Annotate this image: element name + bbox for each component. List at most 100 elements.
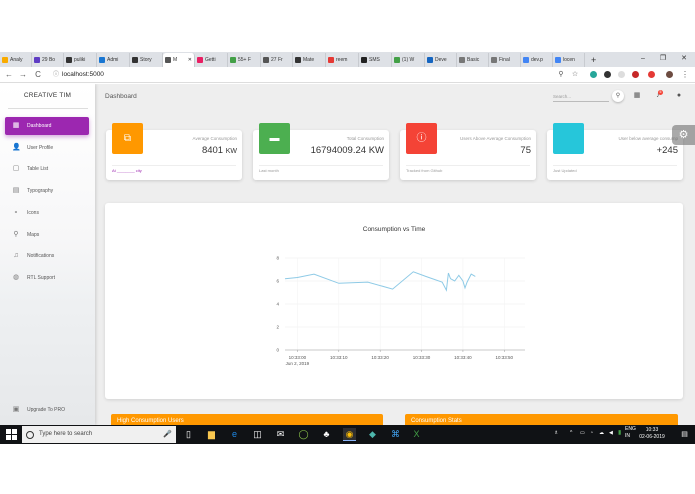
sidebar-item-maps[interactable]: ⚲ Maps (5, 226, 89, 244)
browser-tab[interactable]: 27 Fr (261, 53, 293, 67)
volume-icon[interactable]: ◀ (609, 430, 613, 436)
person-icon[interactable]: ● (674, 91, 684, 101)
chevron-up-icon[interactable]: ^ (570, 430, 572, 436)
task-view-icon[interactable]: ▯ (182, 428, 195, 441)
favicon-icon (459, 57, 465, 63)
card-footer: Tracked from Github (406, 168, 443, 173)
sidebar-item-table-list[interactable]: ▢ Table List (5, 160, 89, 178)
sidebar-item-dashboard[interactable]: ▦ Dashboard (5, 117, 89, 135)
battery-icon[interactable]: ▮ (618, 429, 621, 436)
tab-label: M (173, 57, 178, 63)
store-icon[interactable]: ◫ (251, 428, 264, 441)
sidebar-item-label: Dashboard (27, 123, 52, 129)
browser-tab[interactable]: 29 Bo (32, 53, 64, 67)
zoom-icon[interactable]: ⚲ (556, 69, 566, 81)
people-icon[interactable]: ♗ (554, 430, 558, 436)
notification-badge: 5 (658, 90, 663, 95)
tray-icon[interactable]: ▭ (580, 430, 585, 436)
card-footer[interactable]: At ________ city (112, 168, 142, 173)
browser-tab[interactable]: Story (130, 53, 163, 67)
browser-tab[interactable]: puliki (64, 53, 97, 67)
extension-icon[interactable] (632, 71, 639, 78)
cloud-icon[interactable]: ☁ (599, 430, 604, 436)
y-tick-label: 0 (276, 348, 279, 353)
dashboard-icon[interactable]: ▦ (632, 91, 642, 101)
extension-icon[interactable] (590, 71, 597, 78)
x-tick-label: 10:33:20 (371, 355, 389, 360)
clock[interactable]: 10:33 02-06-2019 (638, 427, 666, 441)
new-tab-button[interactable]: + (589, 53, 601, 67)
browser-tab[interactable]: dev.p (521, 53, 553, 67)
profile-avatar[interactable] (666, 71, 673, 78)
browser-tab[interactable]: Getti (195, 53, 228, 67)
app-icon[interactable]: ◯ (297, 428, 310, 441)
upgrade-button[interactable]: ▣ Upgrade To PRO (5, 401, 89, 419)
favicon-icon (66, 57, 72, 63)
back-icon[interactable]: ← (4, 69, 14, 81)
extension-icon[interactable] (618, 71, 625, 78)
edge-icon[interactable]: e (228, 428, 241, 441)
chrome-icon[interactable]: ◉ (343, 428, 356, 441)
search-input[interactable]: Search... (553, 92, 609, 102)
sidebar-item-label: RTL Support (27, 274, 56, 281)
windows-taskbar: Type here to search 🎤 ▯ ▆ e ◫ ✉ ◯ ♣ ◉ ◆ … (0, 425, 695, 444)
browser-tab[interactable]: (1) W (392, 53, 425, 67)
sidebar: CREATIVE TIM ▦ Dashboard 👤 User Profile ▢ Tab… (0, 84, 95, 425)
sidebar-item-rtl-support[interactable]: ◍ RTL Support (5, 269, 89, 287)
browser-tab[interactable]: Admi (97, 53, 130, 67)
network-icon[interactable]: ◔ (590, 430, 593, 436)
search-icon[interactable]: ⚲ (612, 90, 624, 102)
browser-tab[interactable]: M ✕ (163, 53, 195, 67)
favicon-icon (99, 57, 105, 63)
windows-start-icon[interactable] (6, 429, 17, 440)
microphone-icon[interactable]: 🎤 (163, 426, 172, 443)
close-window-button[interactable]: ✕ (676, 52, 692, 66)
consumption-chart: 0 2 4 6 8 10:33:00 10:33:10 10:33:20 10:33:30 10:… (276, 256, 525, 366)
browser-tab[interactable]: SMS (359, 53, 392, 67)
browser-tab[interactable]: reem (326, 53, 359, 67)
panel-header-left: High Consumption Users (111, 414, 383, 425)
address-bar[interactable]: ⓘ localhost:5000 (52, 69, 552, 81)
sidebar-item-user-profile[interactable]: 👤 User Profile (5, 139, 89, 157)
card-category: Total Consumption (346, 136, 384, 141)
forward-icon[interactable]: → (18, 69, 28, 81)
file-explorer-icon[interactable]: ▆ (205, 428, 218, 441)
extension-icon[interactable] (648, 71, 655, 78)
browser-tab[interactable]: Final (489, 53, 521, 67)
minimize-button[interactable]: – (635, 52, 651, 66)
browser-tab[interactable]: 55+ F (228, 53, 261, 67)
page-title[interactable]: Dashboard (105, 93, 137, 100)
sidebar-item-icons[interactable]: ∘ Icons (5, 204, 89, 222)
maximize-button[interactable]: ❐ (655, 52, 671, 66)
vscode-icon[interactable]: ⌘ (389, 428, 402, 441)
settings-gear-icon[interactable]: ⚙ (672, 125, 695, 145)
browser-tab[interactable]: Mate (293, 53, 326, 67)
favicon-icon (555, 57, 561, 63)
mail-icon[interactable]: ✉ (274, 428, 287, 441)
extension-icon[interactable] (604, 71, 611, 78)
tab-label: locen (563, 57, 575, 63)
browser-tab[interactable]: Basic (457, 53, 489, 67)
bookmark-star-icon[interactable]: ☆ (570, 69, 580, 81)
brand-logo-text[interactable]: CREATIVE TIM (0, 92, 95, 99)
menu-icon[interactable]: ⋮ (680, 69, 690, 81)
language-indicator[interactable]: ENG IN (625, 426, 636, 440)
browser-tab[interactable]: locen (553, 53, 585, 67)
solitaire-icon[interactable]: ♣ (320, 428, 333, 441)
sidebar-item-notifications[interactable]: ♫ Notifications (5, 247, 89, 265)
favicon-icon (328, 57, 334, 63)
action-center-icon[interactable]: ▤ (678, 428, 691, 441)
tab-label: Getti (205, 57, 216, 63)
reload-icon[interactable]: C (33, 69, 43, 81)
excel-icon[interactable]: X (410, 428, 423, 441)
twitter-icon (553, 123, 584, 154)
close-tab-icon[interactable]: ✕ (188, 53, 192, 67)
sidebar-item-label: Icons (27, 209, 39, 216)
taskbar-search-input[interactable]: Type here to search 🎤 (22, 426, 176, 443)
clock-date: 02-06-2019 (639, 434, 665, 440)
browser-tab-bar: Analy 29 Bo puliki Admi Story M ✕ Getti 55+ F 27 … (0, 52, 695, 67)
sidebar-item-typography[interactable]: ▤ Typography (5, 182, 89, 200)
browser-tab[interactable]: Analy (0, 53, 32, 67)
browser-tab[interactable]: Deve (425, 53, 457, 67)
app-icon[interactable]: ◆ (366, 428, 379, 441)
